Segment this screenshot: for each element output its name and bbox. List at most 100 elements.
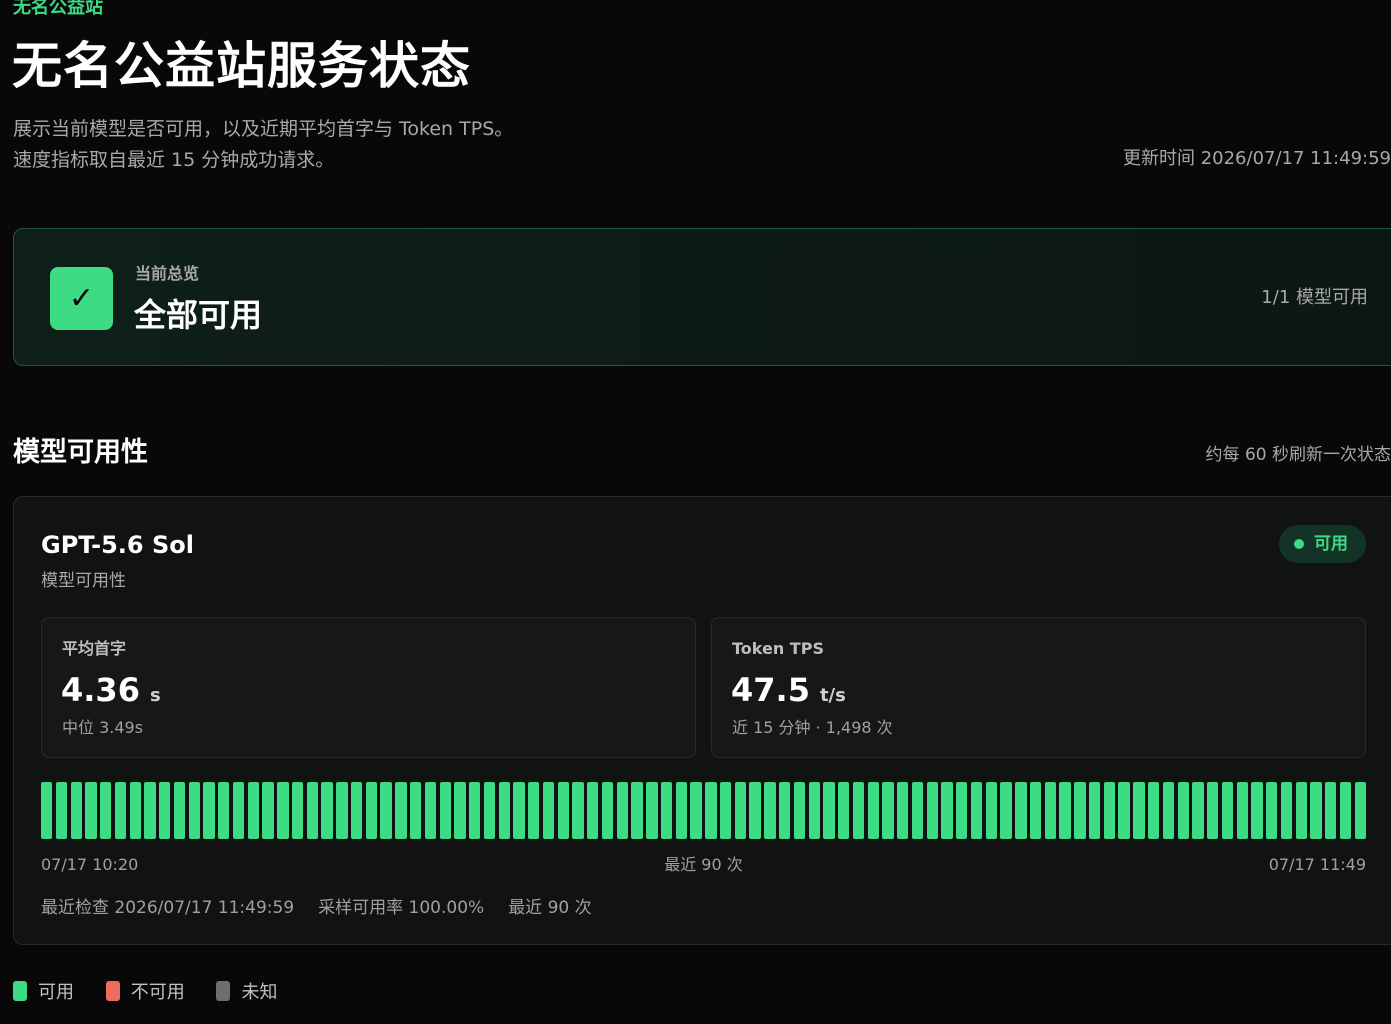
history-bar[interactable] bbox=[1148, 782, 1160, 839]
history-bar[interactable] bbox=[719, 782, 732, 839]
metric-label: 平均首字 bbox=[62, 639, 127, 658]
history-bar[interactable] bbox=[1325, 782, 1337, 839]
refresh-note: 约每 60 秒刷新一次状态 bbox=[1205, 445, 1391, 465]
history-bar[interactable] bbox=[1251, 782, 1263, 839]
history-bar[interactable] bbox=[867, 782, 879, 839]
history-bar[interactable] bbox=[321, 782, 333, 839]
history-bar[interactable] bbox=[616, 782, 628, 839]
history-bar[interactable] bbox=[1044, 782, 1057, 839]
history-bar[interactable] bbox=[941, 782, 953, 839]
history-bar[interactable] bbox=[291, 782, 304, 839]
history-bar[interactable] bbox=[469, 782, 481, 839]
history-bar[interactable] bbox=[1015, 782, 1027, 839]
history-bar[interactable] bbox=[173, 782, 186, 839]
history-bar[interactable] bbox=[498, 782, 510, 839]
legend: 可用 不可用 未知 bbox=[13, 980, 303, 1006]
history-bar[interactable] bbox=[970, 782, 983, 839]
history-bar[interactable] bbox=[690, 782, 702, 839]
history-bar[interactable] bbox=[734, 782, 747, 839]
history-bar[interactable] bbox=[365, 782, 378, 839]
history-bar[interactable] bbox=[306, 782, 319, 839]
history-bar[interactable] bbox=[897, 782, 909, 839]
history-bar[interactable] bbox=[646, 782, 658, 839]
overview-status: 全部可用 bbox=[134, 296, 263, 334]
history-bar[interactable] bbox=[1177, 782, 1189, 839]
history-bar[interactable] bbox=[911, 782, 924, 839]
overview-panel: ✓ 当前总览 全部可用 1/1 模型可用 bbox=[13, 228, 1391, 366]
history-bar[interactable] bbox=[100, 782, 112, 839]
history-bar[interactable] bbox=[218, 782, 230, 839]
history-bar[interactable] bbox=[749, 782, 761, 839]
history-bar[interactable] bbox=[439, 782, 451, 839]
history-bar[interactable] bbox=[852, 782, 865, 839]
history-bar[interactable] bbox=[542, 782, 555, 839]
history-bar[interactable] bbox=[528, 782, 540, 839]
history-bar[interactable] bbox=[1310, 782, 1322, 839]
history-bar[interactable] bbox=[660, 782, 673, 839]
history-center-label: 最近 90 次 bbox=[664, 855, 743, 874]
history-bar[interactable] bbox=[380, 782, 392, 839]
history-bar[interactable] bbox=[1354, 782, 1366, 839]
history-bar[interactable] bbox=[129, 782, 141, 839]
history-bar[interactable] bbox=[41, 782, 53, 839]
history-bar[interactable] bbox=[587, 782, 599, 839]
history-bar[interactable] bbox=[336, 782, 348, 839]
history-bar[interactable] bbox=[1103, 782, 1116, 839]
metric-token-tps: Token TPS 47.5 t/s 近 15 分钟 · 1,498 次 bbox=[711, 617, 1366, 758]
history-bar[interactable] bbox=[262, 782, 274, 839]
history-bar[interactable] bbox=[557, 782, 569, 839]
history-bar[interactable] bbox=[1029, 782, 1042, 839]
history-bar[interactable] bbox=[1192, 782, 1204, 839]
history-bar[interactable] bbox=[1074, 782, 1086, 839]
history-bar[interactable] bbox=[159, 782, 171, 839]
history-bar[interactable] bbox=[675, 782, 688, 839]
history-axis: 07/17 10:20 最近 90 次 07/17 11:49 bbox=[41, 853, 1366, 877]
history-bar[interactable] bbox=[631, 782, 643, 839]
history-bar[interactable] bbox=[454, 782, 466, 839]
overview-label: 当前总览 bbox=[135, 264, 200, 283]
history-bar[interactable] bbox=[1280, 782, 1293, 839]
history-bar[interactable] bbox=[513, 782, 525, 839]
history-bar[interactable] bbox=[203, 782, 215, 839]
history-bar[interactable] bbox=[1088, 782, 1101, 839]
history-bar[interactable] bbox=[1221, 782, 1234, 839]
history-bar[interactable] bbox=[395, 782, 407, 839]
history-bar[interactable] bbox=[779, 782, 791, 839]
history-bar[interactable] bbox=[1000, 782, 1012, 839]
history-bar[interactable] bbox=[144, 782, 156, 839]
history-bar[interactable] bbox=[424, 782, 437, 839]
history-bar[interactable] bbox=[823, 782, 835, 839]
history-bar[interactable] bbox=[793, 782, 806, 839]
history-bar[interactable] bbox=[838, 782, 850, 839]
history-bar[interactable] bbox=[764, 782, 776, 839]
history-bar[interactable] bbox=[1133, 782, 1145, 839]
history-bar[interactable] bbox=[1266, 782, 1278, 839]
history-bar[interactable] bbox=[1059, 782, 1071, 839]
history-bar[interactable] bbox=[114, 782, 127, 839]
history-bar[interactable] bbox=[926, 782, 938, 839]
history-bar[interactable] bbox=[70, 782, 82, 839]
history-bar[interactable] bbox=[1295, 782, 1307, 839]
history-bar[interactable] bbox=[956, 782, 968, 839]
history-bar[interactable] bbox=[985, 782, 997, 839]
history-bar[interactable] bbox=[410, 782, 422, 839]
history-bar[interactable] bbox=[483, 782, 496, 839]
history-bar[interactable] bbox=[1162, 782, 1175, 839]
subtitle-line-1: 展示当前模型是否可用，以及近期平均首字与 Token TPS。 bbox=[13, 118, 514, 140]
history-bar[interactable] bbox=[350, 782, 363, 839]
history-bar[interactable] bbox=[1236, 782, 1248, 839]
history-bar[interactable] bbox=[1339, 782, 1352, 839]
history-bar[interactable] bbox=[85, 782, 97, 839]
history-bar[interactable] bbox=[572, 782, 584, 839]
history-bar[interactable] bbox=[1207, 782, 1219, 839]
history-bar[interactable] bbox=[705, 782, 717, 839]
history-bar[interactable] bbox=[188, 782, 200, 839]
history-bar[interactable] bbox=[277, 782, 289, 839]
history-bar[interactable] bbox=[247, 782, 259, 839]
history-bar[interactable] bbox=[808, 782, 820, 839]
history-bar[interactable] bbox=[601, 782, 614, 839]
history-bar[interactable] bbox=[882, 782, 894, 839]
history-bar[interactable] bbox=[55, 782, 68, 839]
history-bar[interactable] bbox=[232, 782, 245, 839]
history-bar[interactable] bbox=[1118, 782, 1130, 839]
